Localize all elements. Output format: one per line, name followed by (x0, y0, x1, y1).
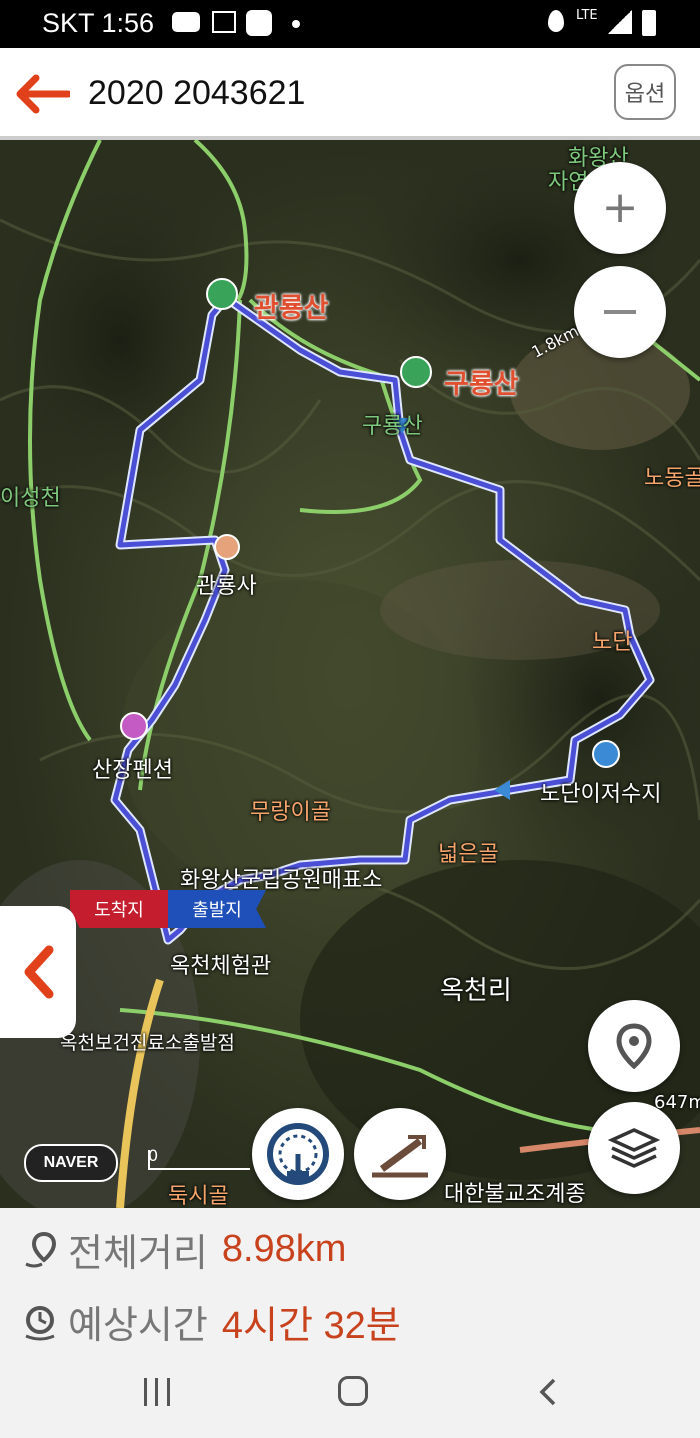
layers-button[interactable] (588, 1102, 680, 1194)
peak-marker-icon[interactable] (206, 278, 238, 310)
map-view[interactable]: 관룡산 구룡산 구룡산 관룡사 산장펜션 무랑이골 노단 노단이저수지 넓은골 … (0, 140, 700, 1208)
depart-flag-label: 출발지 (192, 900, 242, 921)
zoom-out-button[interactable] (574, 266, 666, 358)
clock-icon (25, 1305, 55, 1340)
plus-icon: + (601, 182, 639, 233)
reservoir-marker-icon[interactable] (592, 740, 620, 768)
map-label-pension: 산장펜션 (92, 758, 173, 783)
my-location-button[interactable] (588, 1000, 680, 1092)
arrive-flag: 도착지 (70, 890, 168, 928)
incline-icon (372, 1135, 428, 1178)
system-nav-bar (0, 1356, 700, 1438)
home-icon[interactable] (338, 1376, 368, 1406)
map-label-museum: 옥천체험관 (170, 954, 272, 979)
map-label-gu: 구룡산 (362, 414, 423, 439)
temple-marker-icon[interactable] (214, 534, 240, 560)
layers-icon (608, 1128, 660, 1168)
back-icon[interactable] (536, 1376, 560, 1412)
battery-icon (642, 10, 656, 36)
youtube-icon (172, 12, 200, 32)
distance-value: 8.98km (221, 1228, 347, 1270)
naver-logo: NAVER (24, 1144, 118, 1182)
route-summary: 전체거리 8.98km 예상시간 4시간 32분 (0, 1208, 700, 1356)
depart-flag: 출발지 (168, 890, 266, 928)
peak-marker-icon[interactable] (400, 356, 432, 388)
naver-logo-text: NAVER (43, 1154, 99, 1171)
route-title: 2020 2043621 (88, 74, 306, 112)
time-value: 4시간 32분 (221, 1305, 401, 1347)
zoom-in-button[interactable]: + (574, 162, 666, 254)
distance-label: 전체거리 (68, 1233, 208, 1275)
status-time: SKT 1:56 (42, 8, 155, 38)
time-row: 예상시간 4시간 32분 (22, 1294, 401, 1349)
map-label-temple2: 대한불교조계종 (444, 1182, 586, 1207)
recent-apps-icon[interactable] (144, 1378, 170, 1406)
route-pin-icon (25, 1231, 57, 1267)
app-notification-icon (246, 10, 272, 36)
chevron-left-icon (24, 945, 54, 999)
map-label-okcheon: 옥천리 (440, 976, 512, 1006)
location-icon (548, 10, 564, 32)
signal-icon (608, 10, 632, 34)
speed-button[interactable] (252, 1108, 344, 1200)
dot-icon (292, 20, 300, 28)
options-button[interactable]: 옵션 (614, 64, 676, 120)
time-label: 예상시간 (68, 1305, 208, 1347)
map-label-dusi: 둑시골 (168, 1184, 229, 1208)
side-drawer-button[interactable] (0, 906, 76, 1038)
elevation-button[interactable] (354, 1108, 446, 1200)
map-label-neolbeun: 넓은골 (438, 842, 499, 867)
gallery-icon (212, 11, 236, 33)
map-label-temple: 관룡사 (196, 574, 257, 599)
peak-label-guryong: 구룡산 (444, 369, 519, 400)
back-arrow-icon[interactable] (14, 74, 72, 114)
map-label-ticket-office: 화왕산군립공원매표소 (180, 868, 383, 893)
speedometer-icon (267, 1123, 329, 1185)
location-pin-icon (616, 1023, 652, 1069)
minus-icon (604, 310, 636, 314)
peak-label-gwanryong: 관룡산 (254, 293, 329, 324)
map-label-reservoir: 노단이저수지 (540, 782, 662, 807)
pension-marker-icon[interactable] (120, 712, 148, 740)
status-bar: SKT 1:56 LTE (0, 0, 700, 48)
map-label-nodong: 노동골 (644, 466, 700, 491)
direction-arrow-icon (494, 780, 510, 800)
map-label-clinic: 옥천보건진료소출발점 (60, 1032, 235, 1054)
arrive-flag-label: 도착지 (94, 900, 144, 921)
map-scale: 0 (148, 1146, 250, 1170)
map-label-stream: 이성천 (0, 486, 61, 511)
map-label-mulang: 무랑이골 (250, 800, 331, 825)
distance-row: 전체거리 8.98km (22, 1222, 346, 1277)
app-bar: 2020 2043621 옵션 (0, 48, 700, 140)
map-scale-label: 0 (148, 1146, 159, 1165)
lte-indicator: LTE (576, 8, 598, 23)
map-label-nodan: 노단 (592, 630, 633, 655)
